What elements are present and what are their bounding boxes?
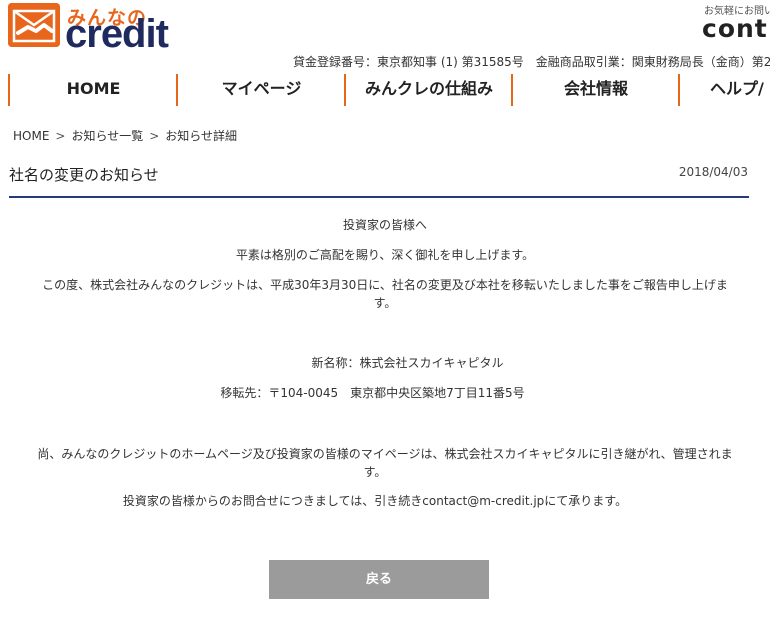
nav-item-help[interactable]: ヘルプ/ [678,74,770,106]
nav-item-how-it-works[interactable]: みんクレの仕組み [344,74,512,106]
nav-item-company[interactable]: 会社情報 [511,74,679,106]
nav-item-mypage[interactable]: マイページ [176,74,345,106]
greeting-text: 投資家の皆様へ [342,218,427,232]
inquiry-text: 投資家の皆様からのお問合せにつきましては、引き続きcontact@m-credi… [122,494,628,508]
announce-text-line2: す。 [373,296,397,310]
breadcrumb-home[interactable]: HOME [13,129,49,143]
new-name-text: 新名称：株式会社スカイキャピタル [311,356,504,370]
main-nav: HOME マイページ みんクレの仕組み 会社情報 ヘルプ/ [0,74,770,106]
breadcrumb: HOME > お知らせ一覧 > お知らせ詳細 [13,127,237,144]
announce-text-line1: この度、株式会社みんなのクレジットは、平成30年3月30日に、社名の変更及び本社… [42,278,728,292]
website-text-line2: す。 [363,465,387,479]
contact-link[interactable]: cont [702,14,768,43]
registration-info: 貸金登録番号：東京都知事 (1) 第31585号 金融商品取引業：関東財務局長（… [293,55,770,69]
new-address-text: 移転先：〒104-0045 東京都中央区築地7丁目11番5号 [220,386,525,400]
logo-wordmark: credit [65,12,169,56]
breadcrumb-separator: > [149,129,160,143]
back-button[interactable]: 戻る [269,560,489,599]
website-text-line1: 尚、みんなのクレジットのホームページ及び投資家の皆様のマイページは、株式会社スカ… [37,447,733,461]
breadcrumb-current: お知らせ詳細 [165,129,238,143]
site-logo[interactable]: みんなの credit [8,3,188,56]
page-title: 社名の変更のお知らせ [9,166,159,184]
article-header: 社名の変更のお知らせ 2018/04/03 [9,160,749,198]
breadcrumb-separator: > [55,129,66,143]
nav-item-home[interactable]: HOME [8,74,177,106]
breadcrumb-news-list[interactable]: お知らせ一覧 [71,129,143,143]
article-date: 2018/04/03 [678,165,748,179]
thanks-text: 平素は格別のご高配を賜り、深く御礼を申し上げます。 [235,248,535,262]
handshake-icon [8,3,60,47]
